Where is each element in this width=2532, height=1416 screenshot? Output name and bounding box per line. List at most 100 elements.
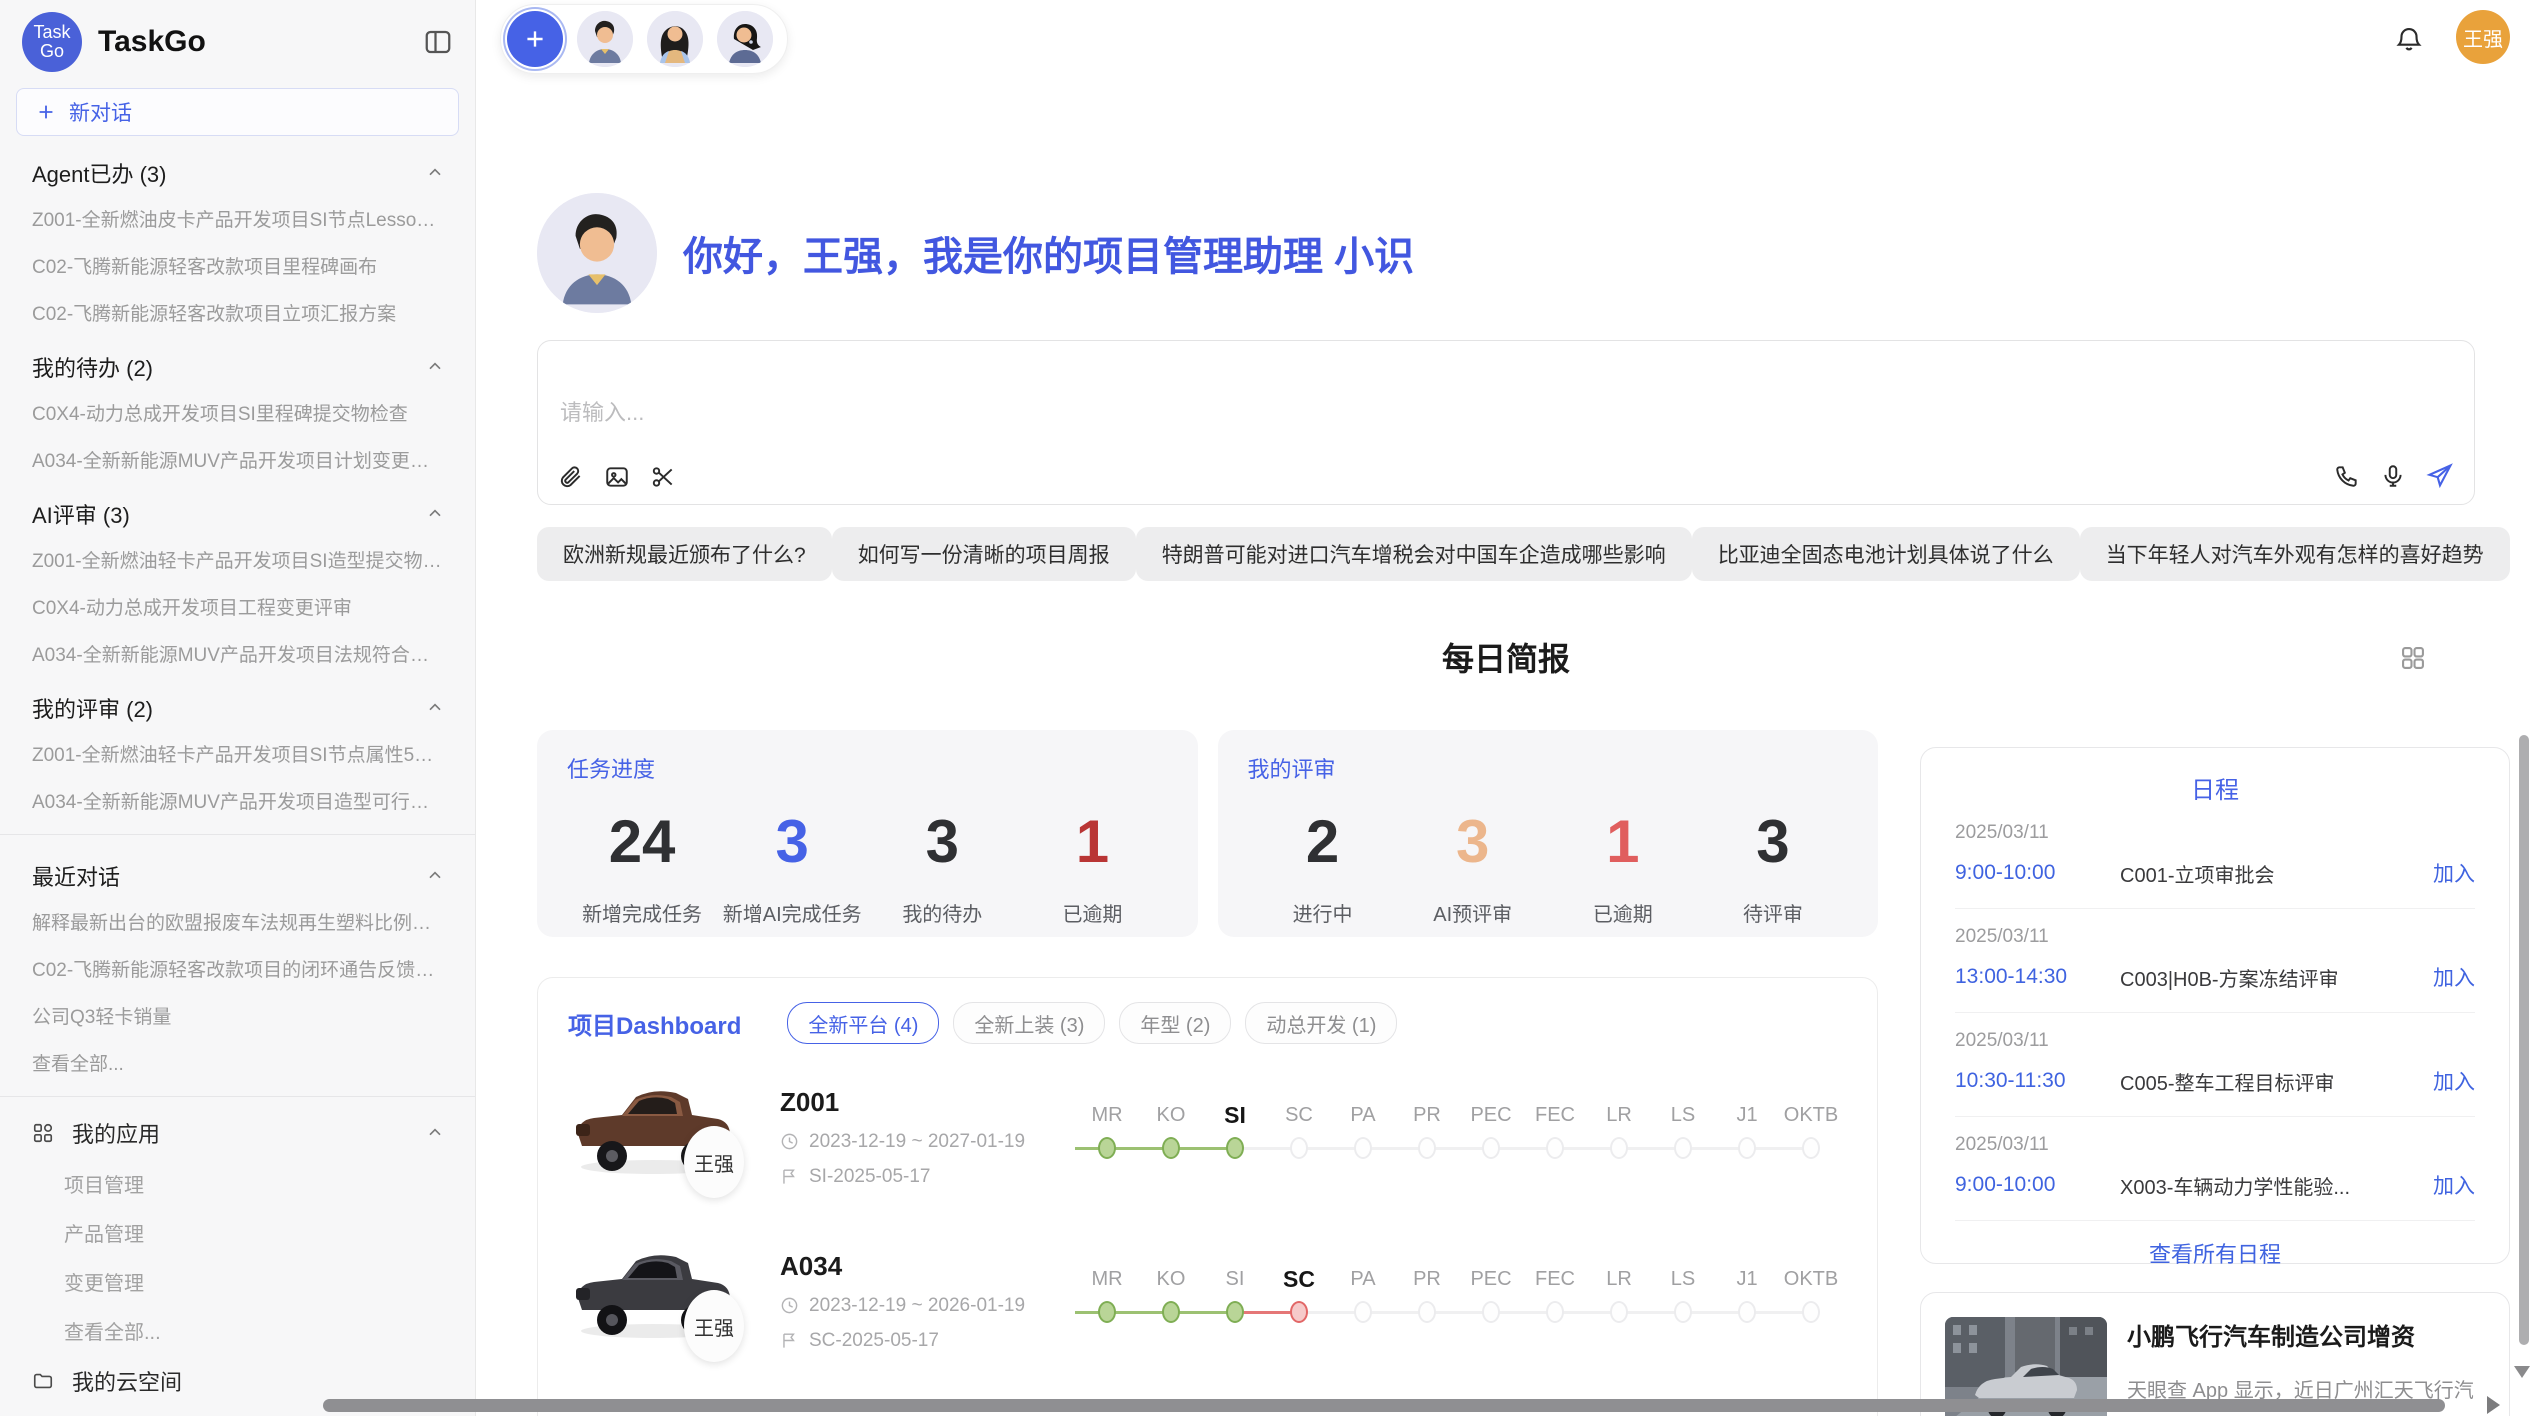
chat-input[interactable] — [558, 399, 2162, 427]
news-title: 小鹏飞行汽车制造公司增资 — [2127, 1317, 2474, 1352]
attachment-icon[interactable] — [558, 464, 584, 490]
schedule-event: 2025/03/11 13:00-14:30 C003|H0B-方案冻结评审 加… — [1955, 909, 2475, 1013]
folder-icon — [32, 1370, 54, 1392]
list-item[interactable]: A034-全新新能源MUV产品开发项目计划变更表编写 — [0, 436, 475, 483]
list-item[interactable]: Z001-全新燃油轻卡产品开发项目SI造型提交物评审 — [0, 536, 475, 583]
card-title: 任务进度 — [567, 752, 1168, 784]
schedule-title: 日程 — [1955, 770, 2475, 805]
section-my-review[interactable]: 我的评审 (2) — [0, 677, 475, 730]
milestone-dot — [1418, 1137, 1436, 1159]
milestone-dot — [1674, 1301, 1692, 1323]
suggestion-chip[interactable]: 比亚迪全固态电池计划具体说了什么 — [1692, 527, 2080, 581]
cloud-space-label: 我的云空间 — [72, 1365, 182, 1397]
list-item[interactable]: C0X4-动力总成开发项目工程变更评审 — [0, 583, 475, 630]
new-chat-button[interactable]: 新对话 — [16, 88, 459, 136]
logo-text-top: Task — [33, 23, 70, 42]
greeting-text: 你好，王强，我是你的项目管理助理 小识 — [683, 224, 1414, 282]
list-item[interactable]: C0X4-动力总成开发项目SI里程碑提交物检查 — [0, 389, 475, 436]
join-link[interactable]: 加入 — [2433, 858, 2475, 888]
milestone-track: MR KO SI SC PA PR PEC FEC LR LS J1 — [1075, 1264, 1847, 1324]
milestone-dot-done — [1226, 1301, 1244, 1323]
milestone-dot-done — [1162, 1301, 1180, 1323]
suggestion-chips: 欧洲新规最近颁布了什么? 如何写一份清晰的项目周报 特朗普可能对进口汽车增税会对… — [537, 527, 2475, 581]
join-link[interactable]: 加入 — [2433, 1066, 2475, 1096]
suggestion-chip[interactable]: 当下年轻人对汽车外观有怎样的喜好趋势 — [2080, 527, 2510, 581]
phone-icon[interactable] — [2334, 463, 2360, 489]
news-card[interactable]: 小鹏飞行汽车制造公司增资 天眼查 App 显示，近日广州汇天飞行汽 — [1920, 1292, 2510, 1416]
agent-avatar-3[interactable] — [717, 11, 773, 67]
stat-review-overdue: 1 已逾期 — [1548, 810, 1698, 927]
milestone-dot — [1802, 1137, 1820, 1159]
image-upload-icon[interactable] — [604, 464, 630, 490]
sidebar-item-product-mgmt[interactable]: 产品管理 — [0, 1208, 475, 1257]
vertical-scrollbar-thumb[interactable] — [2519, 735, 2529, 1345]
suggestion-chip[interactable]: 欧洲新规最近颁布了什么? — [537, 527, 832, 581]
right-column: 日程 2025/03/11 9:00-10:00 C001-立项审批会 加入 2… — [1920, 730, 2510, 1416]
assistant-greeting: 你好，王强，我是你的项目管理助理 小识 — [537, 193, 2475, 313]
milestone-dot — [1674, 1137, 1692, 1159]
suggestion-chip[interactable]: 如何写一份清晰的项目周报 — [832, 527, 1136, 581]
milestone-dot — [1354, 1137, 1372, 1159]
scroll-down-arrow-icon[interactable] — [2514, 1366, 2530, 1378]
tab-powertrain[interactable]: 动总开发 (1) — [1245, 1002, 1397, 1044]
join-link[interactable]: 加入 — [2433, 1170, 2475, 1200]
list-item[interactable]: C02-飞腾新能源轻客改款项目里程碑画布 — [0, 242, 475, 289]
dashboard-title: 项目Dashboard — [568, 1006, 741, 1041]
section-agent-done[interactable]: Agent已办 (3) — [0, 142, 475, 195]
list-item[interactable]: A034-全新新能源MUV产品开发项目造型可行性评审 — [0, 777, 475, 824]
flag-icon — [780, 1167, 799, 1186]
view-all-apps[interactable]: 查看全部... — [0, 1306, 475, 1355]
list-item[interactable]: Z001-全新燃油轻卡产品开发项目SI节点属性5D文件评审 — [0, 730, 475, 777]
daily-brief-title: 每日简报 — [537, 638, 2475, 680]
schedule-card: 日程 2025/03/11 9:00-10:00 C001-立项审批会 加入 2… — [1920, 747, 2510, 1264]
project-row-a034[interactable]: 王强 A034 2023-12-19 ~ 2026-01-19 — [568, 1230, 1847, 1372]
list-item[interactable]: A034-全新新能源MUV产品开发项目法规符合性评审 — [0, 630, 475, 677]
horizontal-scrollbar-thumb[interactable] — [323, 1399, 2445, 1412]
view-all-chats[interactable]: 查看全部... — [0, 1039, 475, 1086]
clock-icon — [780, 1132, 799, 1151]
section-my-todo[interactable]: 我的待办 (2) — [0, 336, 475, 389]
sidebar-item-my-apps[interactable]: 我的应用 — [0, 1107, 475, 1159]
content: 你好，王强，我是你的项目管理助理 小识 — [476, 193, 2532, 1416]
agent-avatar-2[interactable] — [647, 11, 703, 67]
collapse-sidebar-icon[interactable] — [423, 27, 453, 57]
scissors-icon[interactable] — [650, 464, 676, 490]
section-title: 我的待办 (2) — [32, 351, 153, 383]
list-item[interactable]: C02-飞腾新能源轻客改款项目立项汇报方案 — [0, 289, 475, 336]
event-title: C005-整车工程目标评审 — [2120, 1067, 2419, 1096]
milestone-dot-done — [1162, 1137, 1180, 1159]
send-icon[interactable] — [2426, 462, 2454, 490]
project-row-z001[interactable]: 王强 Z001 2023-12-19 ~ 2027-01-19 — [568, 1066, 1847, 1208]
sidebar-item-change-mgmt[interactable]: 变更管理 — [0, 1257, 475, 1306]
scroll-right-arrow-icon[interactable] — [2487, 1396, 2500, 1414]
agent-avatars-bar — [500, 4, 788, 74]
project-info: Z001 2023-12-19 ~ 2027-01-19 SI-2 — [780, 1087, 1075, 1188]
project-code: Z001 — [780, 1087, 1075, 1118]
list-item[interactable]: 解释最新出台的欧盟报废车法规再生塑料比例被调至15%... — [0, 898, 475, 945]
section-recent-chats[interactable]: 最近对话 — [0, 845, 475, 898]
project-flag-milestone: SI-2025-05-17 — [780, 1166, 1075, 1188]
stat-my-todo: 3 我的待办 — [867, 810, 1017, 927]
plus-icon — [522, 26, 548, 52]
milestone-dot — [1738, 1301, 1756, 1323]
list-item[interactable]: 公司Q3轻卡销量 — [0, 992, 475, 1039]
section-ai-review[interactable]: AI评审 (3) — [0, 483, 475, 536]
list-item[interactable]: C02-飞腾新能源轻客改款项目的闭环通告反馈情况 — [0, 945, 475, 992]
microphone-icon[interactable] — [2380, 463, 2406, 489]
user-avatar[interactable]: 王强 — [2456, 10, 2510, 64]
sidebar-item-project-mgmt[interactable]: 项目管理 — [0, 1159, 475, 1208]
chevron-up-icon — [425, 504, 445, 524]
list-item[interactable]: Z001-全新燃油皮卡产品开发项目SI节点Lesson Learn报告 — [0, 195, 475, 242]
tab-new-platform[interactable]: 全新平台 (4) — [787, 1002, 939, 1044]
view-all-schedule-link[interactable]: 查看所有日程 — [1955, 1237, 2475, 1269]
layout-grid-icon[interactable] — [2399, 644, 2427, 672]
join-link[interactable]: 加入 — [2433, 962, 2475, 992]
add-agent-button[interactable] — [507, 11, 563, 67]
plus-icon — [35, 101, 57, 123]
agent-avatar-1[interactable] — [577, 11, 633, 67]
tab-new-body[interactable]: 全新上装 (3) — [953, 1002, 1105, 1044]
notification-bell-icon[interactable] — [2394, 24, 2424, 54]
tab-year-model[interactable]: 年型 (2) — [1119, 1002, 1231, 1044]
divider — [0, 1096, 475, 1097]
suggestion-chip[interactable]: 特朗普可能对进口汽车增税会对中国车企造成哪些影响 — [1136, 527, 1692, 581]
